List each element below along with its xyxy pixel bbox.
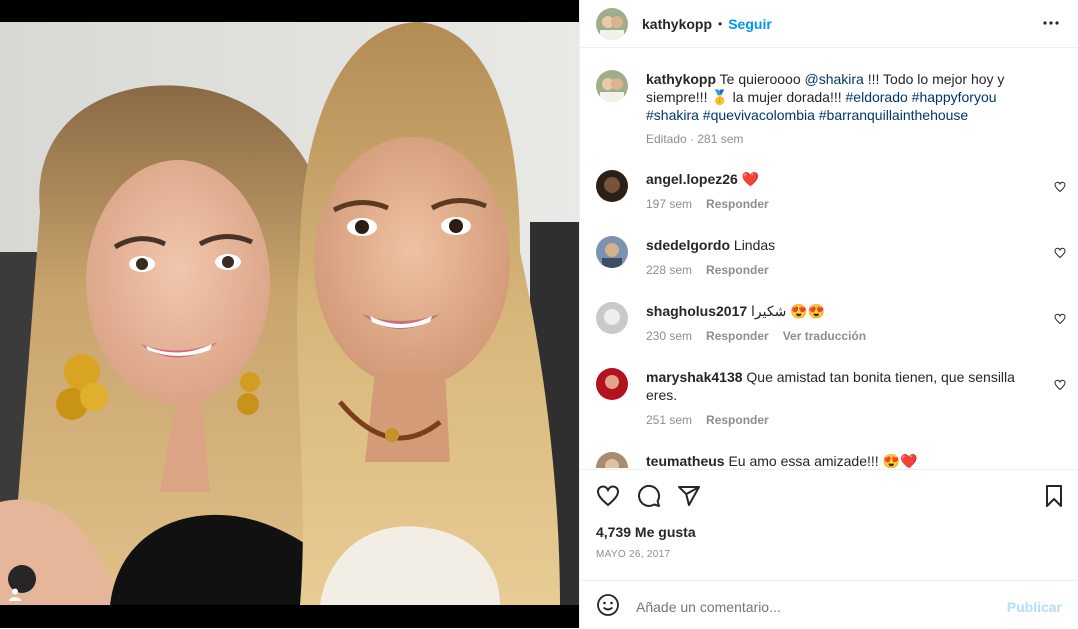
avatar[interactable] (596, 452, 628, 468)
list-item: maryshak4138 Que amistad tan bonita tien… (596, 368, 1066, 432)
post-header: kathykopp • Seguir (580, 0, 1078, 48)
profile-photo-icon (596, 7, 628, 40)
header-separator: • (718, 16, 723, 31)
user-tag-button[interactable] (8, 565, 36, 601)
comment-username[interactable]: shagholus2017 (646, 303, 747, 319)
comment-body: Lindas (733, 237, 776, 253)
avatar[interactable] (596, 236, 628, 268)
more-icon (1043, 21, 1059, 25)
post-caption: kathykopp Te quieroooo @shakira !!! Todo… (596, 70, 1066, 150)
save-icon (1046, 485, 1062, 507)
comment-username[interactable]: teumatheus (646, 453, 725, 468)
profile-photo-icon (596, 236, 628, 268)
like-button[interactable] (596, 484, 620, 511)
comment-username[interactable]: sdedelgordo (646, 237, 730, 253)
list-item: sdedelgordo Lindas 228 sem Responder (596, 236, 1066, 286)
list-item: angel.lopez26 ❤️ 197 sem Responder (596, 170, 1066, 220)
heart-small-icon (1054, 313, 1066, 325)
heart-small-icon (1054, 379, 1066, 391)
profile-photo-icon (596, 302, 628, 334)
avatar[interactable] (596, 70, 628, 102)
more-options-button[interactable] (1042, 14, 1060, 35)
comment-username[interactable]: maryshak4138 (646, 369, 743, 385)
caption-username[interactable]: kathykopp (646, 71, 716, 87)
list-item: shagholus2017 شكيرا 😍😍 230 sem Responder V… (596, 302, 1066, 352)
comment-button[interactable] (637, 484, 661, 511)
avatar[interactable] (596, 368, 628, 400)
instagram-post-view: kathykopp • Seguir kathykopp Te quierooo… (0, 0, 1078, 628)
comment-time[interactable]: 251 sem (646, 413, 692, 427)
post-photo[interactable] (0, 0, 579, 628)
photo-letterbox-bottom (0, 605, 579, 628)
like-icon (596, 485, 620, 507)
comment-text: teumatheus Eu amo essa amizade!!! 😍❤️ (646, 452, 1036, 468)
user-tag-icon (9, 588, 21, 601)
see-translation-button[interactable]: Ver traducción (783, 329, 866, 343)
list-item: teumatheus Eu amo essa amizade!!! 😍❤️ (596, 452, 1066, 468)
caption-text-1: Te quieroooo (719, 71, 801, 87)
comment-body: ❤️ (741, 171, 760, 187)
emoji-button[interactable] (596, 593, 620, 620)
comment-like-button[interactable] (1054, 180, 1066, 196)
photo-letterbox-top (0, 0, 579, 22)
comment-text: maryshak4138 Que amistad tan bonita tien… (646, 368, 1036, 404)
comment-time[interactable]: 230 sem (646, 329, 692, 343)
profile-photo-icon (596, 452, 628, 468)
profile-photo-icon (596, 170, 628, 202)
caption-meta: Editado · 281 sem (646, 132, 744, 146)
reply-button[interactable]: Responder (706, 413, 769, 427)
comment-body: Eu amo essa amizade!!! 😍❤️ (728, 453, 918, 468)
avatar[interactable] (596, 302, 628, 334)
comment-meta: 228 sem Responder (646, 263, 769, 277)
comment-text: shagholus2017 شكيرا 😍😍 (646, 302, 1036, 320)
likes-count[interactable]: 4,739 Me gusta (596, 524, 696, 540)
post-side-panel: kathykopp • Seguir kathykopp Te quierooo… (579, 0, 1078, 628)
post-date[interactable]: MAYO 26, 2017 (596, 549, 670, 560)
share-icon (678, 486, 700, 506)
comment-body: شكيرا 😍😍 (751, 303, 826, 319)
comment-meta: 251 sem Responder (646, 413, 769, 427)
save-button[interactable] (1042, 484, 1066, 511)
share-button[interactable] (677, 484, 701, 511)
profile-photo-icon (596, 70, 628, 102)
photo-image (0, 22, 579, 605)
comment-input[interactable] (636, 599, 936, 615)
comment-like-button[interactable] (1054, 378, 1066, 394)
post-actions: 4,739 Me gusta MAYO 26, 2017 (580, 469, 1078, 580)
heart-small-icon (1054, 247, 1066, 259)
comment-time[interactable]: 228 sem (646, 263, 692, 277)
profile-photo-icon (596, 368, 628, 400)
comment-meta: 197 sem Responder (646, 197, 769, 211)
heart-small-icon (1054, 181, 1066, 193)
comment-time[interactable]: 197 sem (646, 197, 692, 211)
comment-text: sdedelgordo Lindas (646, 236, 1036, 254)
avatar[interactable] (596, 170, 628, 202)
comment-icon (638, 484, 661, 507)
reply-button[interactable]: Responder (706, 329, 769, 343)
comment-like-button[interactable] (1054, 246, 1066, 262)
header-username[interactable]: kathykopp (642, 16, 712, 32)
comment-like-button[interactable] (1054, 312, 1066, 328)
add-comment-bar: Publicar (580, 580, 1078, 629)
comment-meta: 230 sem Responder Ver traducción (646, 329, 866, 343)
caption-text: kathykopp Te quieroooo @shakira !!! Todo… (646, 70, 1036, 124)
reply-button[interactable]: Responder (706, 263, 769, 277)
avatar[interactable] (596, 7, 628, 40)
comments-list[interactable]: kathykopp Te quieroooo @shakira !!! Todo… (580, 48, 1078, 468)
follow-button[interactable]: Seguir (728, 16, 772, 32)
comment-text: angel.lopez26 ❤️ (646, 170, 1036, 188)
comment-username[interactable]: angel.lopez26 (646, 171, 738, 187)
publish-button[interactable]: Publicar (1007, 599, 1062, 615)
reply-button[interactable]: Responder (706, 197, 769, 211)
emoji-icon (597, 594, 619, 616)
caption-mention[interactable]: @shakira (805, 71, 864, 87)
